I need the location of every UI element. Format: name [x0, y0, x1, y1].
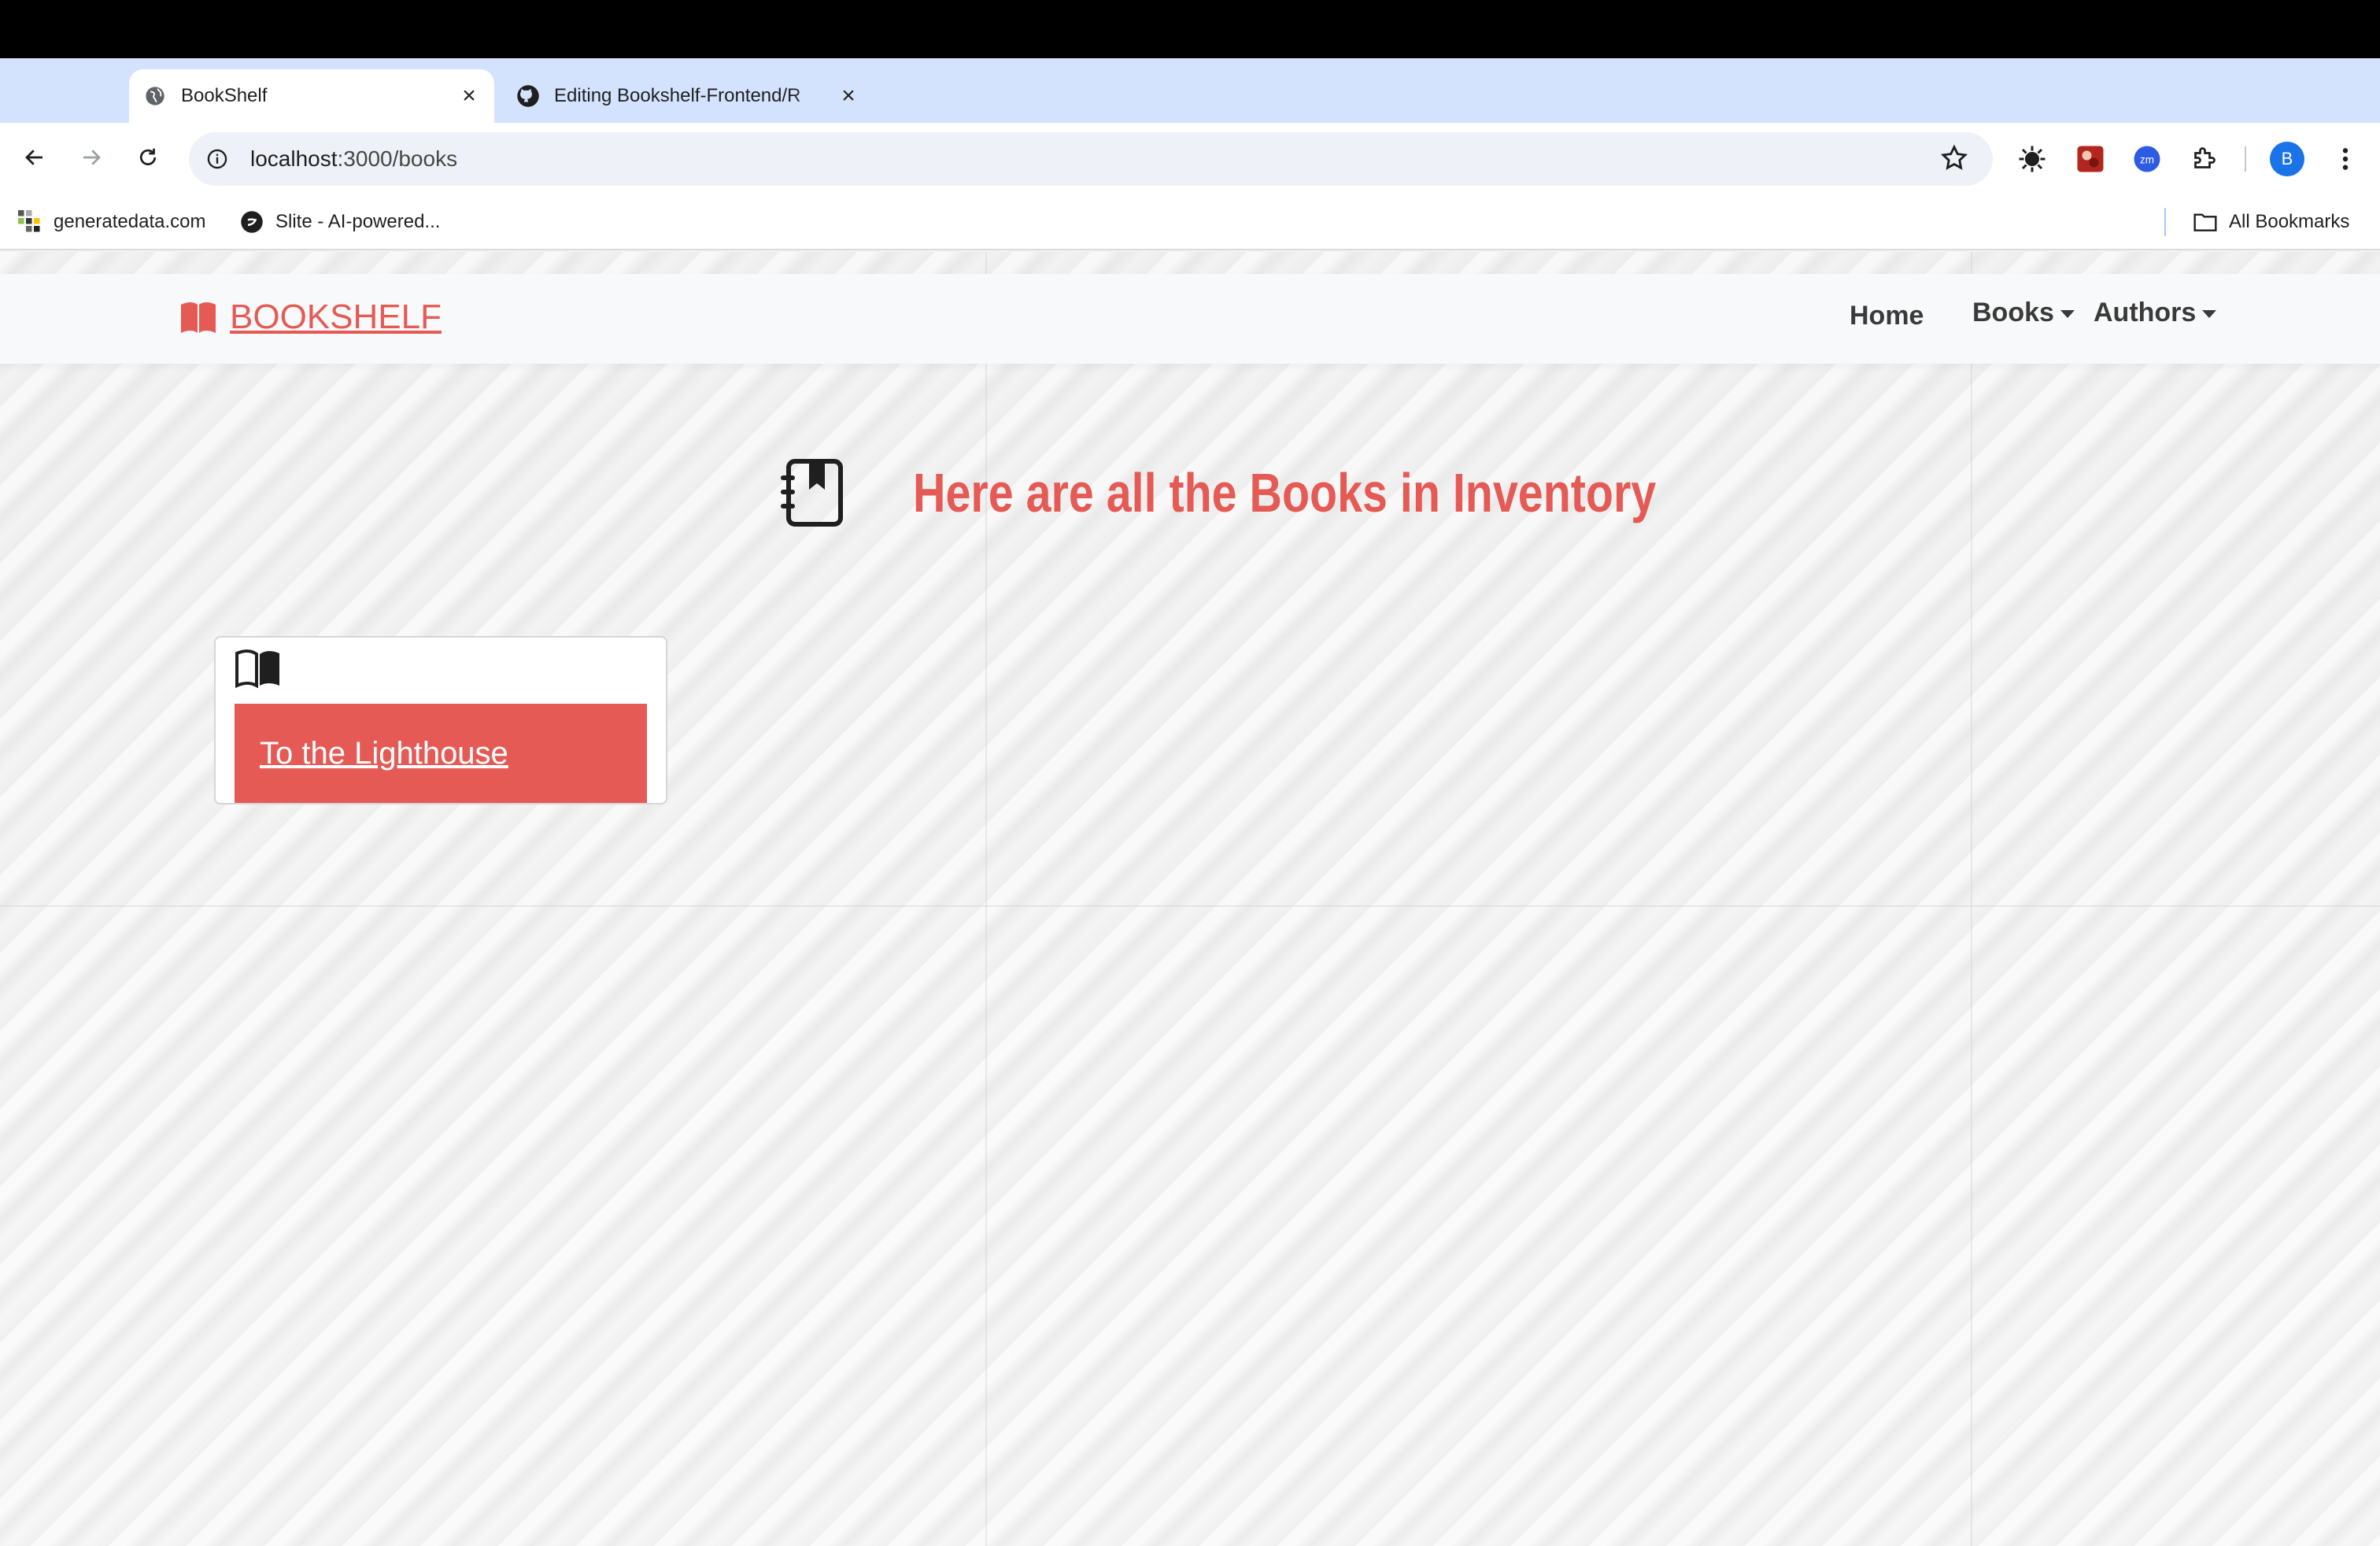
nav-books-dropdown[interactable]: Books — [1972, 298, 2075, 328]
nav-books-label: Books — [1972, 298, 2054, 327]
svg-text:zm: zm — [2140, 153, 2154, 165]
address-bar[interactable]: localhost:3000/books — [189, 132, 1993, 186]
slite-icon — [239, 209, 264, 235]
bookmark-generatedata[interactable]: generatedata.com — [17, 206, 205, 238]
tab-title: BookShelf — [181, 85, 268, 106]
tab-strip: BookShelf × Editing Bookshelf-Frontend/R… — [0, 58, 2380, 168]
url-host: localhost — [250, 146, 338, 171]
site-navbar: BOOKSHELF Home Books Authors — [0, 274, 2380, 364]
url-path: :3000/books — [337, 146, 458, 171]
tab-github-editing[interactable]: Editing Bookshelf-Frontend/R × — [504, 69, 874, 123]
nav-authors-label: Authors — [2094, 298, 2197, 327]
book-title-link[interactable]: To the Lighthouse — [260, 736, 508, 771]
background-tile-edge — [0, 905, 2380, 907]
os-menu-bar — [0, 0, 2380, 58]
brand-link[interactable]: BOOKSHELF — [179, 298, 442, 337]
reload-icon — [136, 146, 160, 173]
close-tab-icon[interactable]: × — [455, 82, 483, 110]
brand-name: BOOKSHELF — [230, 298, 442, 336]
back-button[interactable] — [14, 139, 55, 179]
bookmark-star-icon[interactable] — [1939, 143, 1971, 175]
page-viewport: BOOKSHELF Home Books Authors Here are al… — [0, 252, 2380, 1546]
bookmark-label: generatedata.com — [54, 211, 206, 232]
extension-red-icon[interactable] — [2071, 140, 2109, 178]
bookmark-label: Slite - AI-powered... — [275, 211, 441, 232]
page-title: Here are all the Books in Inventory — [913, 462, 1657, 523]
tab-bookshelf[interactable]: BookShelf × — [129, 69, 494, 123]
nav-authors-dropdown[interactable]: Authors — [2094, 298, 2217, 328]
reload-button[interactable] — [128, 139, 168, 179]
profile-avatar[interactable]: B — [2270, 142, 2304, 176]
bookmark-slite[interactable]: Slite - AI-powered... — [239, 206, 440, 238]
bookmarks-separator — [2164, 208, 2166, 236]
open-book-icon — [179, 300, 217, 335]
globe-icon — [143, 84, 167, 108]
folder-icon — [2193, 209, 2218, 235]
journal-bookmark-icon — [779, 458, 845, 527]
book-card: To the Lighthouse — [214, 636, 667, 804]
close-tab-icon[interactable]: × — [834, 82, 863, 110]
extension-sun-icon[interactable] — [2013, 140, 2051, 178]
all-bookmarks-button[interactable]: All Bookmarks — [2193, 206, 2349, 238]
extensions-puzzle-icon[interactable] — [2185, 140, 2223, 178]
book-title-box: To the Lighthouse — [235, 704, 647, 803]
github-icon — [516, 84, 540, 108]
caret-down-icon — [2060, 309, 2075, 318]
more-menu-icon[interactable] — [2326, 140, 2364, 178]
generatedata-icon — [17, 209, 42, 235]
background-tile-edge — [985, 252, 987, 1546]
all-bookmarks-label: All Bookmarks — [2229, 211, 2350, 232]
bookmarks-bar: generatedata.com Slite - AI-powered... A… — [0, 195, 2380, 250]
toolbar-separator — [2245, 146, 2246, 172]
url-text: localhost:3000/books — [250, 146, 457, 172]
caret-down-icon — [2202, 309, 2217, 318]
tab-title: Editing Bookshelf-Frontend/R — [554, 85, 801, 106]
nav-home[interactable]: Home — [1850, 301, 1924, 331]
nav-home-label: Home — [1850, 301, 1924, 331]
arrow-right-icon — [79, 146, 103, 173]
browser-toolbar: localhost:3000/books zm B — [0, 123, 2380, 195]
book-icon — [235, 649, 282, 689]
forward-button[interactable] — [71, 139, 112, 179]
background-tile-edge — [1971, 252, 1972, 1546]
site-info-icon[interactable] — [203, 145, 231, 173]
arrow-left-icon — [23, 146, 46, 173]
page-heading: Here are all the Books in Inventory — [779, 458, 1819, 527]
zoom-extension-icon[interactable]: zm — [2128, 140, 2166, 178]
